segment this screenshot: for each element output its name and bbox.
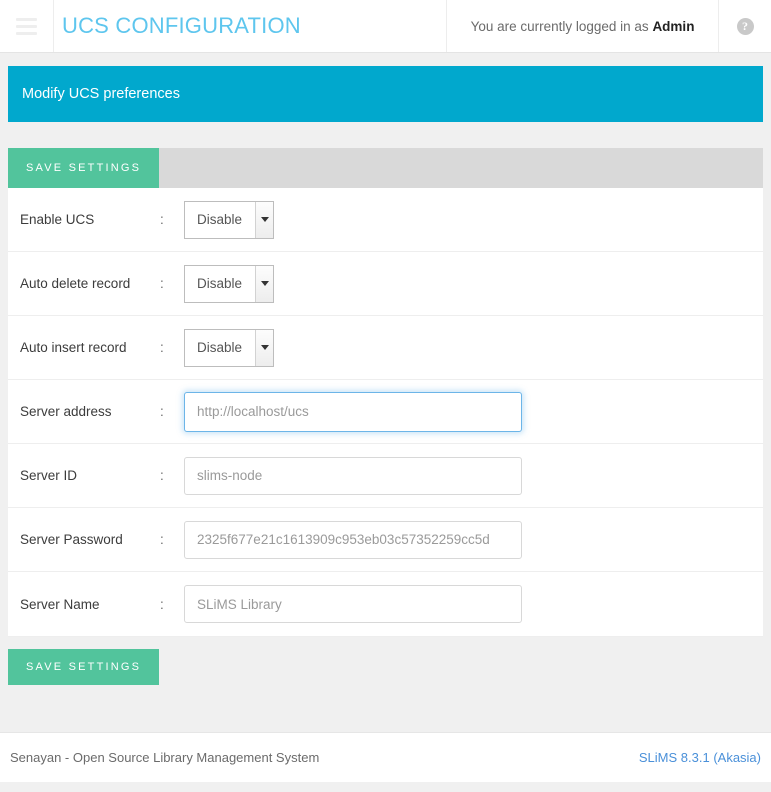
login-status: You are currently logged in as Admin	[471, 19, 695, 34]
text-input-3[interactable]	[184, 391, 522, 432]
form-bottom-actions: SAVE SETTINGS	[8, 637, 763, 685]
form-toolbar: SAVE SETTINGS	[8, 148, 763, 188]
form-row-label: Server Password	[20, 532, 123, 547]
text-input-5[interactable]	[184, 520, 522, 559]
form-row: Server Name:	[8, 572, 763, 636]
form-row-label: Auto delete record	[20, 276, 131, 291]
footer-credit: Senayan - Open Source Library Management…	[10, 750, 320, 765]
form-row-colon: :	[160, 340, 164, 355]
form-row-field: DisableEnable	[184, 200, 763, 239]
form-row-colon: :	[160, 468, 164, 483]
form-row: Auto delete record: DisableEnable	[8, 252, 763, 316]
form-row-label: Server Name	[20, 596, 100, 612]
banner-text: Modify UCS preferences	[22, 86, 180, 102]
form-row: Auto insert record: DisableEnable	[8, 316, 763, 380]
form-row-label: Enable UCS	[20, 212, 95, 227]
footer-version-link[interactable]: SLiMS 8.3.1 (Akasia)	[639, 750, 761, 765]
form-row-label: Server address	[20, 404, 112, 419]
form-row-field	[184, 456, 763, 495]
question-mark-icon: ?	[736, 17, 754, 35]
form-row-field	[184, 585, 763, 623]
page-body: Modify UCS preferences SAVE SETTINGS Ena…	[0, 53, 771, 685]
form-row: Enable UCS: DisableEnable	[8, 188, 763, 252]
login-status-container: You are currently logged in as Admin	[447, 0, 719, 52]
select-wrapper: DisableEnable	[184, 200, 274, 239]
form-row-field	[184, 520, 763, 559]
form-row-colon: :	[160, 212, 164, 227]
form-row-field	[184, 391, 763, 432]
login-username: Admin	[652, 18, 695, 34]
form-row-label: Auto insert record	[20, 340, 127, 355]
help-button[interactable]: ?	[719, 0, 771, 52]
menu-toggle-button[interactable]	[0, 0, 54, 52]
form-row-colon: :	[160, 596, 164, 612]
form-row-field: DisableEnable	[184, 328, 763, 367]
page-footer: Senayan - Open Source Library Management…	[0, 732, 771, 782]
text-input-6[interactable]	[184, 585, 522, 623]
top-header-bar: UCS CONFIGURATION You are currently logg…	[0, 0, 771, 53]
hamburger-icon	[16, 17, 37, 35]
select-wrapper: DisableEnable	[184, 264, 274, 303]
app-title-container: UCS CONFIGURATION	[54, 0, 447, 52]
toolbar-filler	[159, 148, 763, 188]
form-row-colon: :	[160, 532, 164, 547]
page-title: UCS CONFIGURATION	[62, 13, 301, 38]
form-row-colon: :	[160, 276, 164, 291]
form-row-field: DisableEnable	[184, 264, 763, 303]
select-0[interactable]: DisableEnable	[184, 200, 274, 239]
form-row-colon: :	[160, 404, 164, 419]
form-row: Server address:	[8, 380, 763, 444]
text-input-4[interactable]	[184, 456, 522, 495]
select-1[interactable]: DisableEnable	[184, 264, 274, 303]
form-row: Server Password:	[8, 508, 763, 572]
save-settings-button-bottom[interactable]: SAVE SETTINGS	[8, 649, 160, 685]
login-status-prefix: You are currently logged in as	[470, 18, 653, 34]
select-wrapper: DisableEnable	[184, 328, 274, 367]
footer-bottom-strip	[0, 782, 771, 792]
form-row-label: Server ID	[20, 468, 78, 483]
save-settings-button-top[interactable]: SAVE SETTINGS	[8, 148, 160, 188]
ucs-settings-form: SAVE SETTINGS Enable UCS:DisableEnableAu…	[8, 148, 763, 637]
select-2[interactable]: DisableEnable	[184, 328, 274, 367]
form-row: Server ID:	[8, 444, 763, 508]
form-rows-container: Enable UCS:DisableEnableAuto delete reco…	[8, 188, 763, 637]
page-banner: Modify UCS preferences	[8, 66, 763, 122]
